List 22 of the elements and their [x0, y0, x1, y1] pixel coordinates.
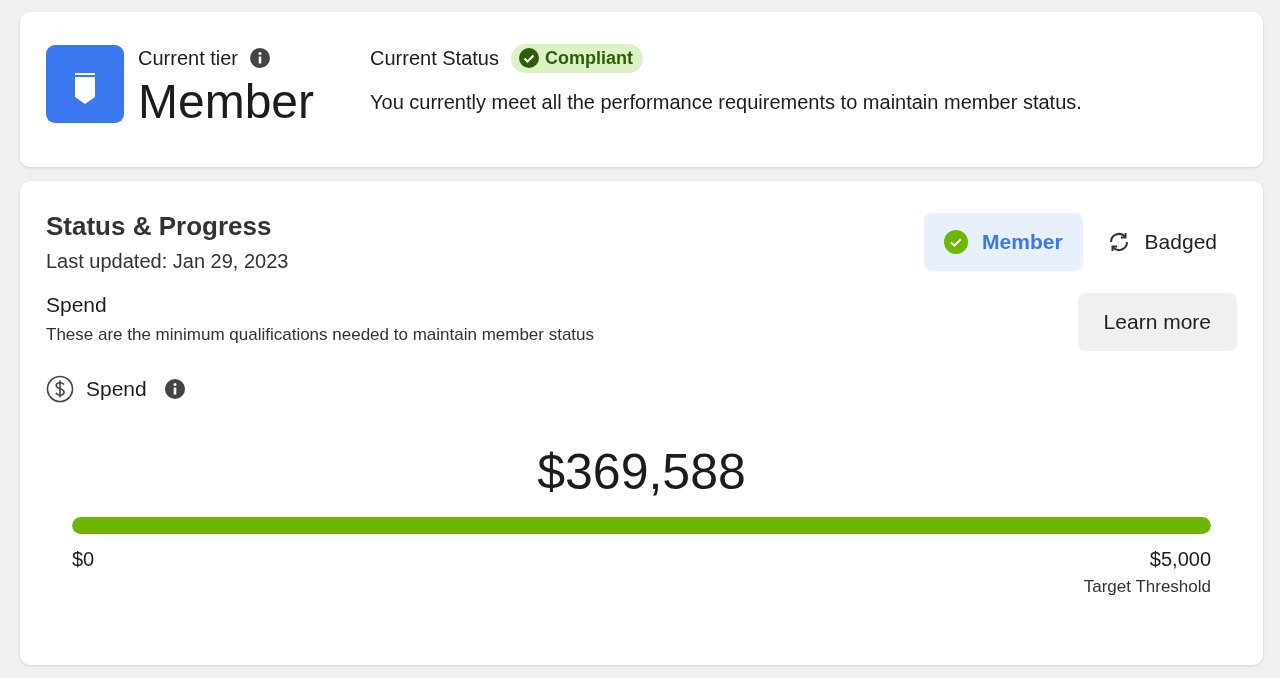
spend-heading: Spend: [46, 293, 108, 317]
spend-description: These are the minimum qualifications needed to maintain member status: [46, 325, 595, 345]
spend-value: $369,588: [537, 444, 746, 500]
info-icon[interactable]: [164, 379, 185, 399]
status-message: You currently meet all the performance requirements to maintain member status.: [370, 90, 1082, 114]
metric-label: Spend: [86, 377, 147, 401]
status-tab[interactable]: Badged: [1086, 213, 1237, 271]
tier-label: Current tier: [138, 46, 239, 70]
target-caption: Target Threshold: [1083, 577, 1211, 597]
status-label: Current Status: [370, 46, 499, 70]
dollar-icon: [46, 375, 74, 403]
section-title: Status & Progress: [46, 211, 273, 242]
check-circle-icon: [944, 230, 969, 254]
tier-name: Member: [138, 73, 316, 129]
learn-more-button[interactable]: Learn more: [1077, 293, 1237, 351]
min-value: $0: [72, 548, 95, 572]
info-icon[interactable]: [250, 48, 271, 68]
status-badge: Compliant: [510, 43, 643, 73]
max-value: $5,000: [1149, 548, 1211, 571]
last-updated: Last updated: Jan 29, 2023: [46, 250, 289, 273]
status-tab[interactable]: Member: [924, 213, 1083, 271]
badge-icon: [46, 44, 124, 123]
